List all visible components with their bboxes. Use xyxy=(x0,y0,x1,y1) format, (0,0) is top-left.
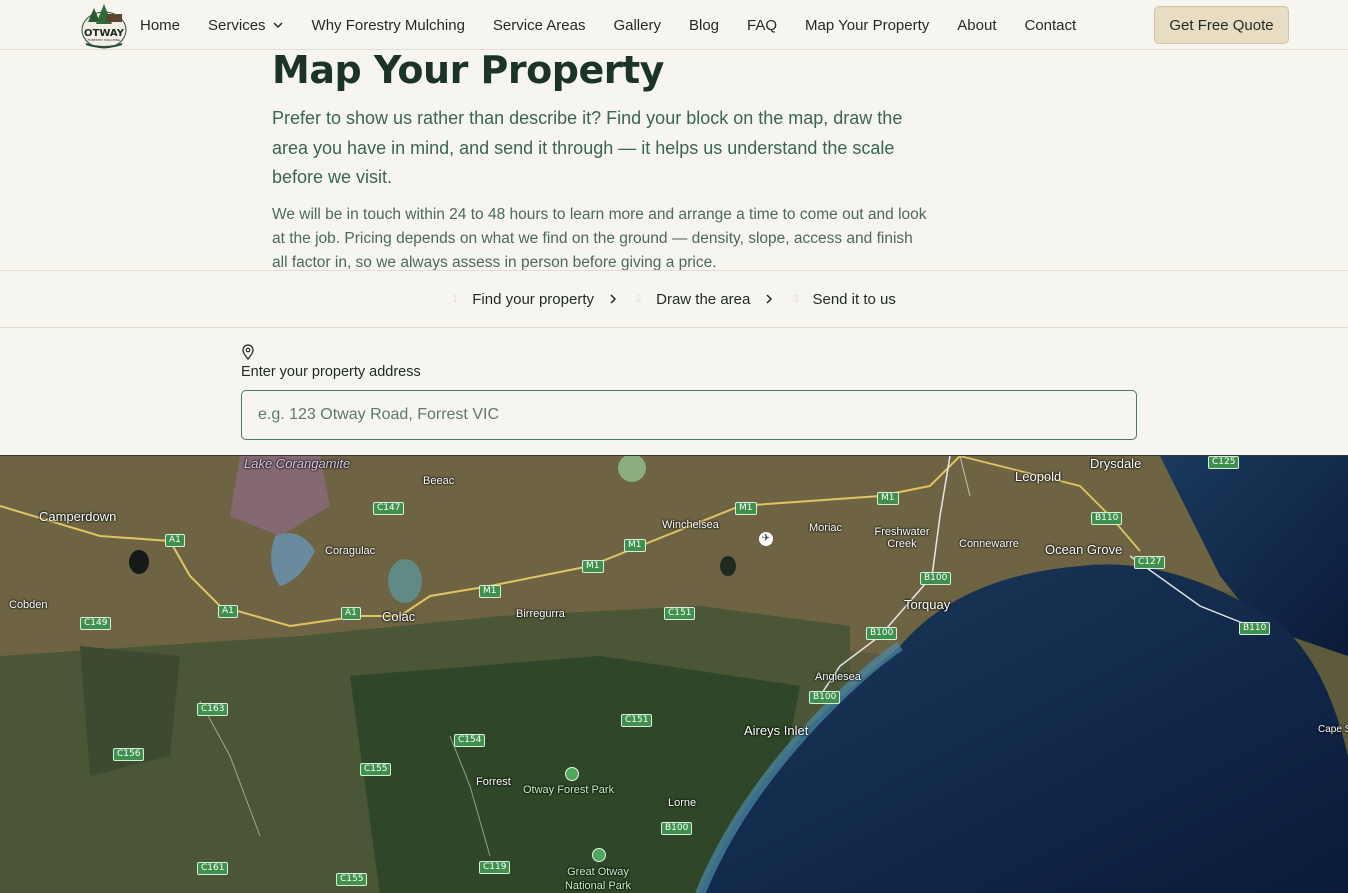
nav-link-map-your-property[interactable]: Map Your Property xyxy=(805,17,929,34)
road-shield: B100 xyxy=(866,627,898,640)
get-free-quote-button[interactable]: Get Free Quote xyxy=(1154,6,1289,44)
map-place-label: Drysdale xyxy=(1090,456,1142,471)
nav-link-home[interactable]: Home xyxy=(140,17,180,34)
road-shield: A1 xyxy=(218,605,238,618)
road-shield: A1 xyxy=(165,534,185,547)
nav-link-faq[interactable]: FAQ xyxy=(747,17,777,34)
park-icon[interactable] xyxy=(565,767,579,781)
step-number: 1 xyxy=(452,293,459,305)
nav-link-label: Home xyxy=(140,16,181,34)
road-shield: A1 xyxy=(341,607,361,620)
map-steps-bar: 1 Find your property 2 Draw the area 3 S… xyxy=(0,270,1348,328)
road-shield: C151 xyxy=(621,714,653,727)
step-send-it[interactable]: 3 Send it to us xyxy=(792,291,896,308)
map-place-label: Cape Sc xyxy=(1318,724,1348,735)
nav-link-why-forestry-mulching[interactable]: Why Forestry Mulching xyxy=(312,17,465,34)
map-place-label: Aireys Inlet xyxy=(744,723,809,738)
road-shield: B100 xyxy=(809,691,841,704)
map-place-label: Lake Corangamite xyxy=(244,456,351,471)
map-place-label: Leopold xyxy=(1015,469,1062,484)
satellite-map[interactable]: Lake Corangamite Beeac Camperdown Coragu… xyxy=(0,455,1348,893)
road-shield: C127 xyxy=(1134,556,1166,569)
nav-link-label: Why Forestry Mulching xyxy=(311,16,465,34)
step-label: Send it to us xyxy=(812,290,896,308)
map-place-label: Ocean Grove xyxy=(1045,542,1123,557)
nav-links: Home Services Why Forestry Mulching Serv… xyxy=(140,0,1104,50)
map-place-label: Moriac xyxy=(809,522,843,534)
step-find-property[interactable]: 1 Find your property xyxy=(452,291,636,308)
map-place-label: Freshwater Creek xyxy=(874,526,930,550)
nav-link-label: Services xyxy=(208,16,266,34)
nav-link-label: Blog xyxy=(688,16,720,34)
road-shield: M1 xyxy=(735,502,757,515)
road-shield: C156 xyxy=(113,748,145,761)
nav-link-service-areas[interactable]: Service Areas xyxy=(493,17,586,34)
road-shield: C119 xyxy=(479,861,511,874)
road-shield: M1 xyxy=(877,492,899,505)
nav-link-gallery[interactable]: Gallery xyxy=(613,17,661,34)
road-shield: C147 xyxy=(373,502,405,515)
step-number: 2 xyxy=(636,293,643,305)
road-shield: C155 xyxy=(336,873,368,886)
site-logo[interactable]: OTWAY FORESTRY MULCHING xyxy=(80,0,128,49)
road-shield: M1 xyxy=(582,560,604,573)
road-shield: C163 xyxy=(197,703,229,716)
road-shield: C154 xyxy=(454,734,486,747)
map-place-label: Winchelsea xyxy=(662,519,719,531)
address-input[interactable] xyxy=(241,390,1137,440)
map-place-label: Forrest xyxy=(476,776,511,788)
chevron-right-icon xyxy=(766,294,773,304)
nav-link-label: Map Your Property xyxy=(805,16,930,34)
svg-text:FORESTRY MULCHING: FORESTRY MULCHING xyxy=(88,38,121,42)
top-navigation: OTWAY FORESTRY MULCHING Home Services Wh… xyxy=(0,0,1348,50)
hero-sub-text: We will be in touch within 24 to 48 hour… xyxy=(272,205,927,271)
map-place-label: Lorne xyxy=(668,797,697,809)
road-shield: C155 xyxy=(360,763,392,776)
chevron-down-icon xyxy=(273,22,283,29)
nav-link-label: Service Areas xyxy=(492,16,586,34)
map-place-label: Coragulac xyxy=(325,545,376,557)
road-shield: C125 xyxy=(1208,456,1240,469)
road-shield: M1 xyxy=(624,539,646,552)
step-label: Draw the area xyxy=(656,290,751,308)
road-shield: B110 xyxy=(1239,622,1271,635)
road-shield: C151 xyxy=(664,607,696,620)
nav-link-blog[interactable]: Blog xyxy=(689,17,719,34)
map-place-label: Anglesea xyxy=(815,671,861,683)
map-park-label: Otway Forest Park xyxy=(523,784,615,796)
address-search-section: Enter your property address xyxy=(241,344,1137,440)
nav-link-label: About xyxy=(957,16,997,34)
nav-link-about[interactable]: About xyxy=(957,17,996,34)
road-shield: B100 xyxy=(661,822,693,835)
chevron-right-icon xyxy=(610,294,617,304)
hero-section: Map Your Property Prefer to show us rath… xyxy=(272,50,952,275)
map-place-label: Beeac xyxy=(423,475,455,487)
step-label: Find your property xyxy=(472,290,594,308)
road-shield: B110 xyxy=(1091,512,1123,525)
step-draw-area[interactable]: 2 Draw the area xyxy=(636,291,792,308)
map-place-label: Torquay xyxy=(904,597,951,612)
nav-link-label: Contact xyxy=(1024,16,1077,34)
park-icon[interactable] xyxy=(592,848,606,862)
road-shield: M1 xyxy=(479,585,501,598)
map-place-label: Camperdown xyxy=(39,509,117,524)
map-place-label: Cobden xyxy=(9,599,48,611)
page-title: Map Your Property xyxy=(272,48,664,92)
map-park-label: Great Otway National Park xyxy=(564,866,632,892)
road-shield: C161 xyxy=(197,862,229,875)
nav-link-label: Gallery xyxy=(613,16,661,34)
step-number: 3 xyxy=(792,293,799,305)
nav-link-services[interactable]: Services xyxy=(208,17,284,34)
map-pin-icon xyxy=(242,344,254,360)
airport-icon[interactable]: ✈ xyxy=(759,532,773,546)
nav-link-label: FAQ xyxy=(747,16,778,34)
address-label: Enter your property address xyxy=(241,364,421,380)
hero-lead-text: Prefer to show us rather than describe i… xyxy=(272,108,903,187)
road-shield: C149 xyxy=(80,617,112,630)
road-shield: B100 xyxy=(920,572,952,585)
nav-link-contact[interactable]: Contact xyxy=(1024,17,1076,34)
map-place-label: Connewarre xyxy=(959,538,1019,550)
map-place-label: Colac xyxy=(382,609,416,624)
map-place-label: Birregurra xyxy=(516,608,565,620)
